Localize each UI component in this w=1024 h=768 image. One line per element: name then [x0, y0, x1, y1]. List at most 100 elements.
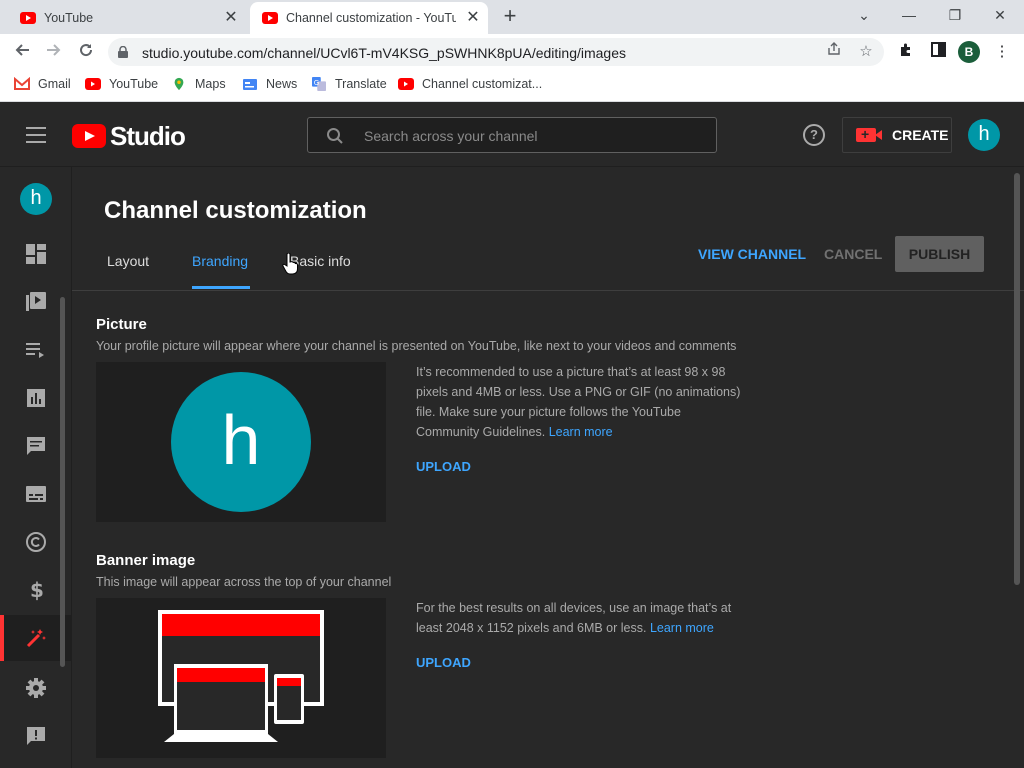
translate-icon: G	[312, 77, 326, 91]
banner-image-preview	[96, 598, 386, 758]
share-icon[interactable]	[824, 42, 844, 62]
bookmark-gmail[interactable]: Gmail	[14, 77, 71, 91]
create-button[interactable]: CREATE	[842, 117, 952, 153]
video-camera-icon	[856, 126, 882, 142]
bookmark-label: Gmail	[38, 77, 71, 91]
address-bar[interactable]: studio.youtube.com/channel/UCvl6T-mV4KSG…	[108, 38, 884, 66]
gmail-icon	[14, 77, 30, 90]
main-scrollbar[interactable]	[1014, 173, 1020, 585]
tab-basic-info[interactable]: Basic info	[290, 253, 351, 269]
picture-info-text: It’s recommended to use a picture that’s…	[416, 362, 746, 442]
dashboard-icon	[26, 244, 46, 264]
youtube-icon	[85, 78, 101, 90]
banner-upload-button[interactable]: UPLOAD	[416, 655, 471, 670]
picture-section-description: Your profile picture will appear where y…	[96, 339, 737, 353]
cancel-button[interactable]: CANCEL	[824, 246, 882, 262]
restore-button[interactable]: ❐	[937, 4, 973, 26]
tab-branding[interactable]: Branding	[192, 253, 248, 269]
tab-close-icon[interactable]: ✕	[222, 9, 240, 27]
lock-icon	[118, 46, 128, 58]
youtube-favicon-icon	[262, 12, 278, 24]
tab-close-icon[interactable]: ✕	[464, 9, 482, 27]
channel-avatar[interactable]: h	[20, 183, 52, 215]
banner-learn-more-link[interactable]: Learn more	[650, 621, 714, 635]
subtitles-icon	[26, 486, 46, 502]
studio-app: Studio ? CREATE h h	[0, 103, 1024, 768]
search-input[interactable]	[364, 126, 704, 146]
svg-text:G: G	[314, 79, 319, 87]
sidebar-item-feedback[interactable]	[0, 713, 72, 759]
youtube-icon	[398, 78, 414, 90]
page-title: Channel customization	[104, 197, 367, 224]
browser-menu-icon[interactable]: ⋮	[992, 42, 1012, 62]
bookmark-label: Channel customizat...	[422, 77, 543, 91]
bookmark-youtube[interactable]: YouTube	[85, 77, 158, 91]
banner-section-title: Banner image	[96, 552, 196, 569]
youtube-favicon-icon	[20, 12, 36, 24]
channel-search[interactable]	[307, 117, 717, 153]
feedback-icon	[27, 727, 45, 745]
studio-logo-text[interactable]: Studio	[110, 121, 186, 152]
bookmark-channel-customization[interactable]: Channel customizat...	[398, 77, 542, 91]
magic-wand-icon	[26, 629, 46, 648]
bookmark-star-icon[interactable]: ☆	[856, 42, 876, 62]
browser-tab-youtube[interactable]: YouTube ✕	[8, 2, 246, 34]
browser-tab-strip: YouTube ✕ Channel customization - YouTub…	[0, 0, 1024, 34]
svg-text:$: $	[30, 579, 44, 601]
account-avatar[interactable]: h	[968, 119, 1000, 151]
active-tab-indicator	[192, 286, 250, 289]
banner-section-description: This image will appear across the top of…	[96, 575, 392, 589]
forward-arrow-icon[interactable]	[42, 40, 66, 64]
bookmark-label: Maps	[195, 77, 226, 91]
view-channel-link[interactable]: VIEW CHANNEL	[698, 246, 806, 262]
profile-picture-avatar: h	[171, 372, 311, 512]
browser-profile-avatar[interactable]: B	[958, 41, 980, 63]
back-arrow-icon[interactable]	[10, 40, 34, 64]
dollar-icon: $	[30, 579, 44, 601]
bookmark-news[interactable]: News	[242, 77, 297, 91]
extensions-icon[interactable]	[896, 42, 916, 62]
maps-icon	[174, 77, 184, 91]
minimize-button[interactable]: —	[891, 4, 927, 26]
browser-toolbar: studio.youtube.com/channel/UCvl6T-mV4KSG…	[0, 34, 1024, 70]
banner-info-text: For the best results on all devices, use…	[416, 598, 746, 638]
news-icon	[243, 79, 257, 90]
menu-icon[interactable]	[26, 127, 46, 143]
reload-icon[interactable]	[74, 40, 98, 64]
devices-illustration-icon	[158, 610, 324, 742]
tab-search-icon[interactable]: ⌄	[846, 4, 882, 26]
studio-header: Studio ? CREATE h	[0, 103, 1024, 167]
picture-learn-more-link[interactable]: Learn more	[549, 425, 613, 439]
sidebar-item-settings[interactable]	[0, 665, 72, 711]
picture-upload-button[interactable]: UPLOAD	[416, 459, 471, 474]
new-tab-button[interactable]: +	[498, 5, 522, 29]
bookmark-maps[interactable]: Maps	[171, 77, 226, 91]
tab-title: YouTube	[44, 11, 94, 25]
video-library-icon	[26, 292, 46, 311]
sidebar-scrollbar[interactable]	[60, 297, 65, 667]
url-text: studio.youtube.com/channel/UCvl6T-mV4KSG…	[142, 45, 627, 61]
studio-sidebar: h $	[0, 167, 72, 768]
comments-icon	[27, 437, 45, 455]
bookmark-label: YouTube	[109, 77, 159, 91]
hand-cursor-icon	[282, 253, 298, 275]
publish-button[interactable]: PUBLISH	[895, 236, 984, 272]
picture-section-title: Picture	[96, 316, 147, 333]
bookmark-label: News	[266, 77, 298, 91]
search-icon	[327, 128, 343, 144]
sidebar-item-dashboard[interactable]	[0, 231, 72, 277]
youtube-logo-icon[interactable]	[72, 124, 106, 148]
window-close-button[interactable]: ✕	[982, 4, 1018, 26]
help-icon[interactable]: ?	[803, 124, 825, 146]
analytics-icon	[27, 389, 45, 407]
copyright-icon	[26, 532, 46, 552]
side-panel-icon[interactable]	[928, 42, 948, 62]
playlist-icon	[26, 343, 44, 358]
bookmark-translate[interactable]: G Translate	[311, 77, 387, 91]
main-content: Channel customization Layout Branding Ba…	[72, 167, 1024, 768]
create-label: CREATE	[892, 127, 949, 143]
bookmark-label: Translate	[335, 77, 387, 91]
tab-title: Channel customization - YouTube Studio	[286, 11, 456, 25]
browser-tab-channel-customization[interactable]: Channel customization - YouTube Studio ✕	[250, 2, 488, 34]
tab-layout[interactable]: Layout	[107, 253, 149, 269]
